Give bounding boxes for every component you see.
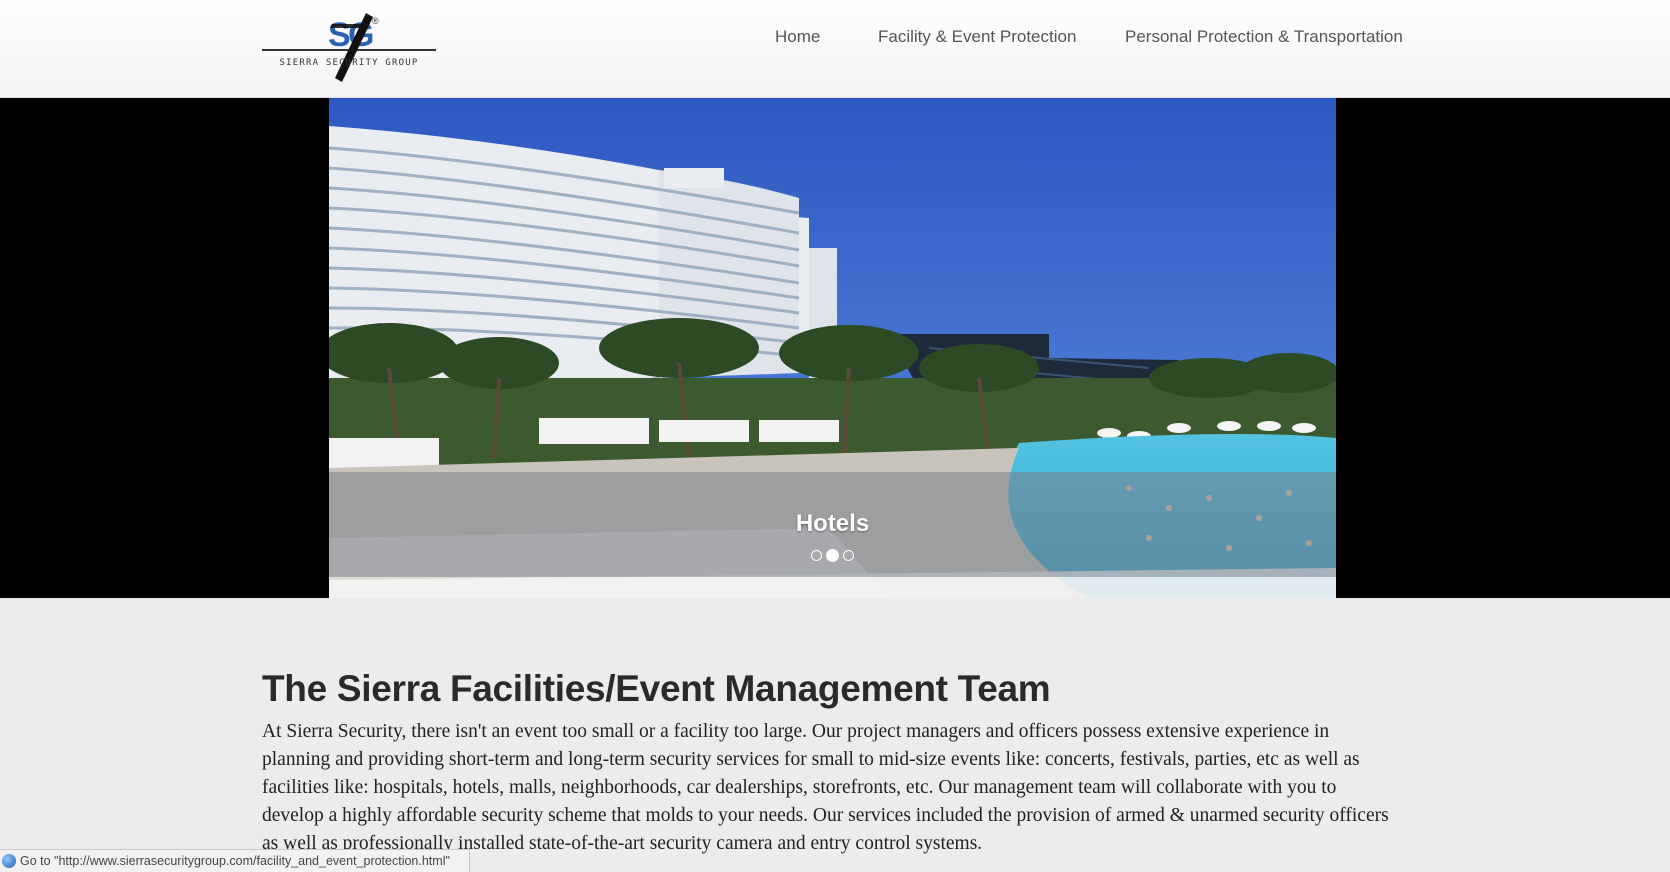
slide-indicators — [811, 549, 854, 562]
globe-icon — [2, 854, 16, 868]
slide-dot-2[interactable] — [826, 549, 839, 562]
nav-home[interactable]: Home — [775, 27, 820, 47]
slide-image-hotel[interactable]: Hotels — [329, 98, 1336, 598]
sg-monogram-icon: S G ® — [262, 13, 436, 82]
nav-facility-event-protection[interactable]: Facility & Event Protection — [878, 27, 1076, 47]
sierra-security-logo[interactable]: S G ® SIERRA SECURITY GROUP — [262, 10, 436, 84]
svg-text:®: ® — [372, 16, 379, 26]
nav-personal-protection-transportation[interactable]: Personal Protection & Transportation — [1125, 27, 1403, 47]
slide-caption: Hotels — [795, 510, 870, 537]
hero-slideshow: Hotels — [0, 98, 1670, 598]
page-title: The Sierra Facilities/Event Management T… — [262, 668, 1051, 709]
intro-paragraph: At Sierra Security, there isn't an event… — [262, 721, 1389, 854]
slide-dot-3[interactable] — [843, 550, 854, 561]
browser-status-bar: Go to "http://www.sierrasecuritygroup.co… — [0, 849, 470, 872]
slide-dot-1[interactable] — [811, 550, 822, 561]
site-header: S G ® SIERRA SECURITY GROUP Home Facilit… — [0, 0, 1670, 98]
status-url-text: Go to "http://www.sierrasecuritygroup.co… — [20, 854, 450, 868]
logo-company-name: SIERRA SECURITY GROUP — [279, 58, 419, 68]
